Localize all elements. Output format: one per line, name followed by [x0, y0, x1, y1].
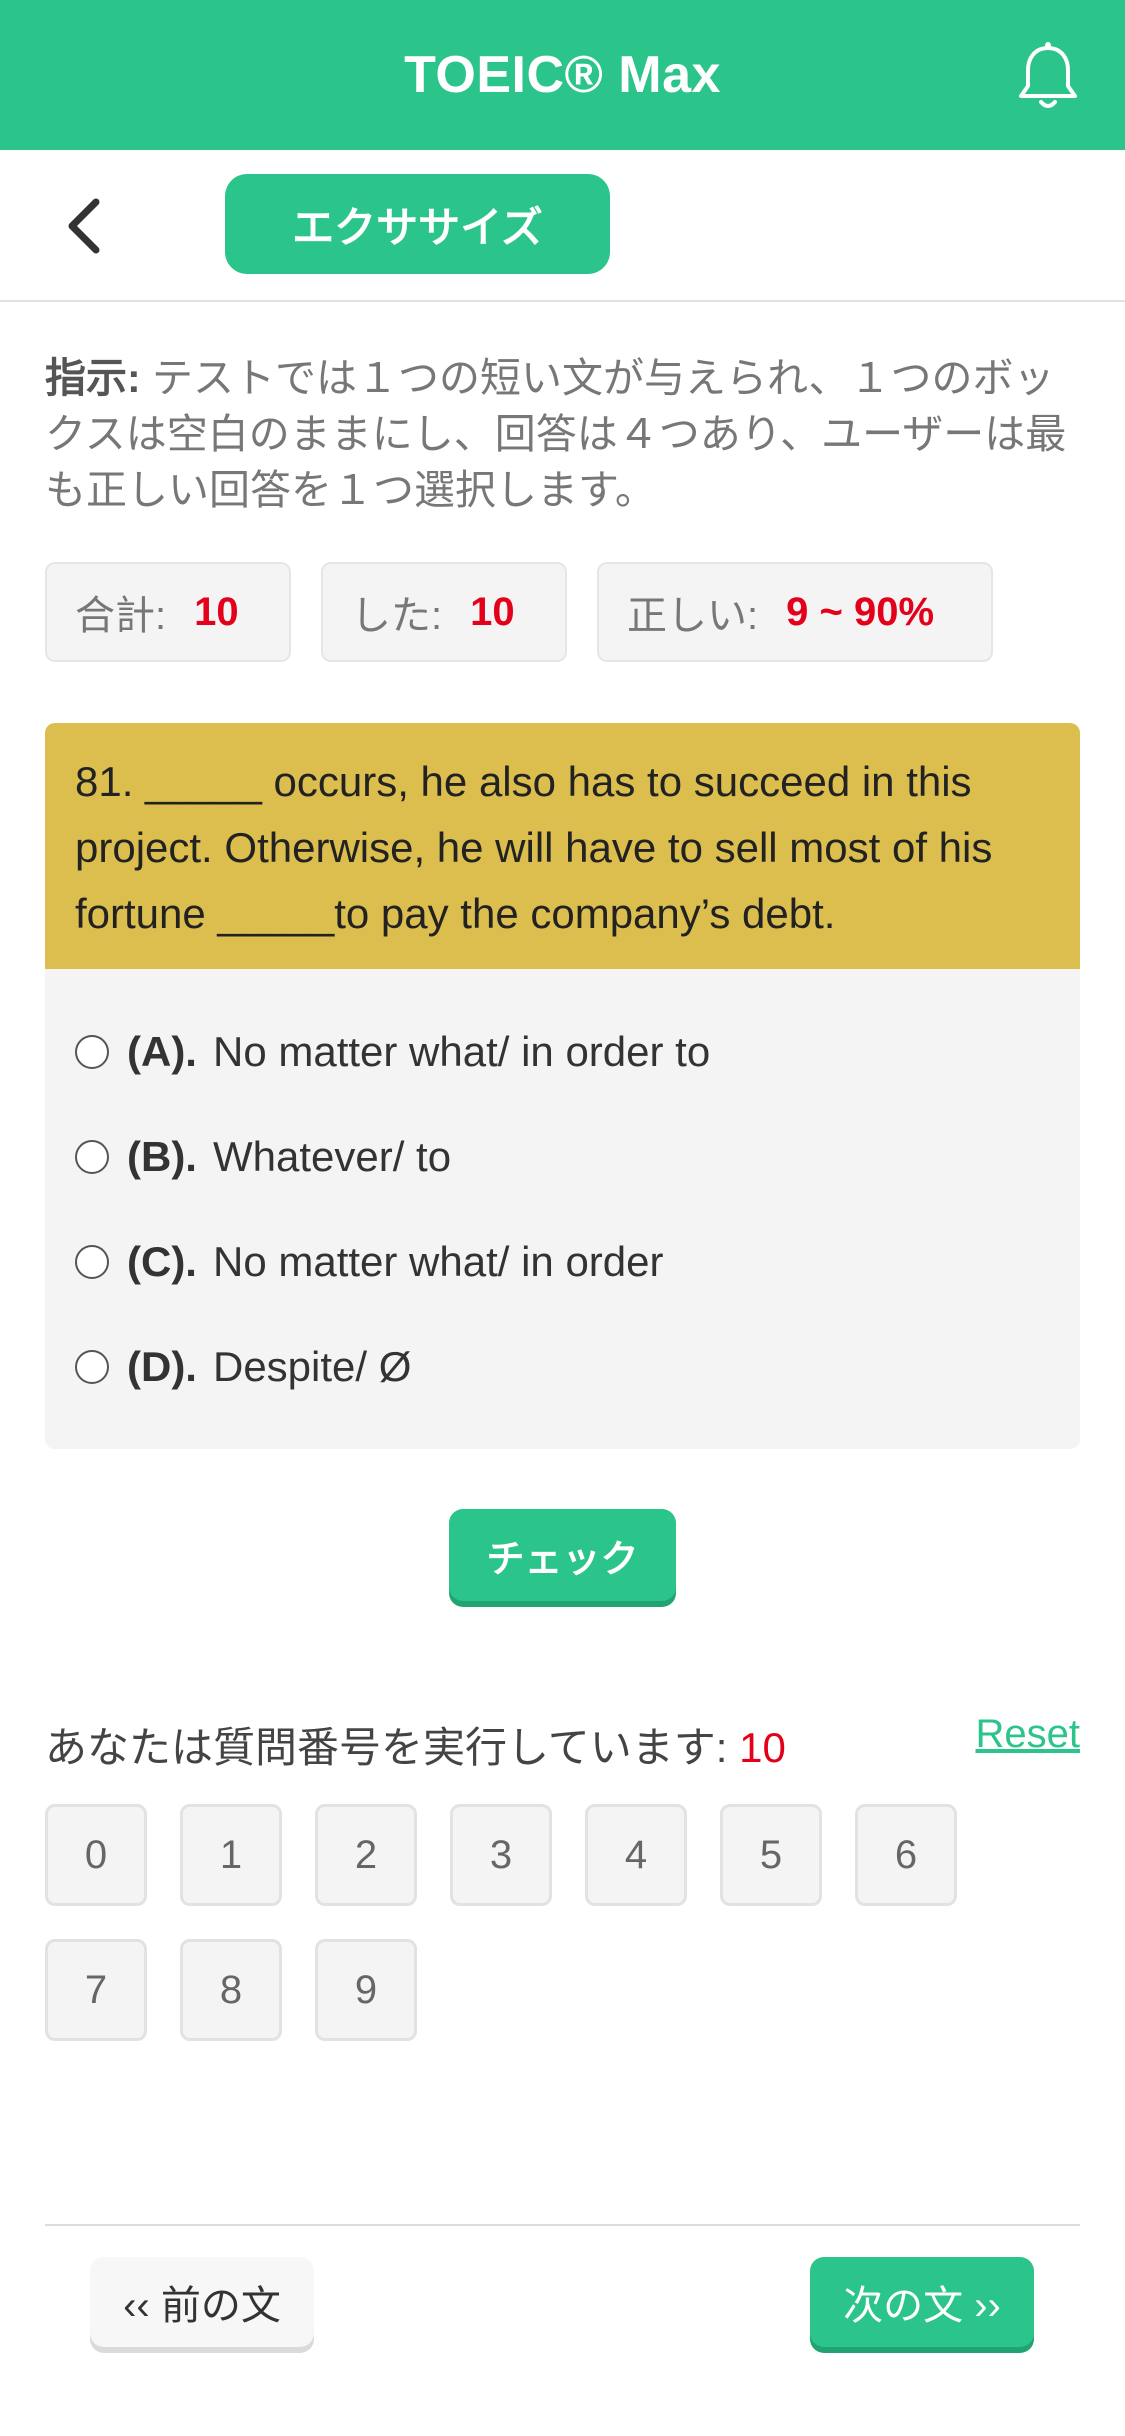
bell-icon[interactable] — [1013, 40, 1083, 114]
option-text: Whatever/ to — [212, 1133, 452, 1180]
question-number-button[interactable]: 3 — [450, 1804, 552, 1906]
radio-button[interactable] — [75, 1350, 109, 1384]
stat-total-value: 10 — [194, 589, 239, 634]
current-question-text: あなたは質問番号を実行しています: — [45, 1724, 728, 1771]
instructions-text: テストでは１つの短い文が与えられ、１つのボックスは空白のままにし、回答は４つあり… — [45, 355, 1067, 513]
previous-button[interactable]: ‹‹ 前の文 — [90, 2257, 314, 2347]
exercise-button[interactable]: エクササイズ — [225, 174, 610, 274]
stat-correct-label: 正しい: — [627, 594, 759, 638]
option-letter: (C). — [127, 1238, 197, 1285]
radio-button[interactable] — [75, 1035, 109, 1069]
option-d[interactable]: (D). Despite/ Ø — [75, 1337, 411, 1397]
question-number-button[interactable]: 6 — [855, 1804, 957, 1906]
question-number-button[interactable]: 7 — [45, 1939, 147, 2041]
question-number-button[interactable]: 4 — [585, 1804, 687, 1906]
option-letter: (D). — [127, 1343, 197, 1390]
reset-link[interactable]: Reset — [976, 1712, 1081, 1757]
option-b[interactable]: (B). Whatever/ to — [75, 1127, 451, 1187]
stat-total: 合計: 10 — [45, 562, 291, 662]
answer-options: (A). No matter what/ in order to (B). Wh… — [45, 969, 1080, 1449]
radio-button[interactable] — [75, 1245, 109, 1279]
app-title: TOEIC® Max — [404, 46, 721, 104]
option-text: No matter what/ in order — [212, 1238, 664, 1285]
question-number-button[interactable]: 9 — [315, 1939, 417, 2041]
stat-correct: 正しい: 9 ~ 90% — [597, 562, 993, 662]
stat-done-label: した: — [351, 594, 443, 638]
sub-header: エクササイズ — [0, 150, 1125, 302]
question-number-button[interactable]: 1 — [180, 1804, 282, 1906]
question-number-button[interactable]: 0 — [45, 1804, 147, 1906]
instructions: 指示: テストでは１つの短い文が与えられ、１つのボックスは空白のままにし、回答は… — [45, 350, 1075, 518]
stat-done-value: 10 — [470, 589, 515, 634]
back-chevron-icon[interactable] — [60, 196, 110, 256]
radio-button[interactable] — [75, 1140, 109, 1174]
option-text: Despite/ Ø — [212, 1343, 412, 1390]
question-number-button[interactable]: 8 — [180, 1939, 282, 2041]
option-c[interactable]: (C). No matter what/ in order — [75, 1232, 664, 1292]
divider — [45, 2224, 1080, 2226]
option-a[interactable]: (A). No matter what/ in order to — [75, 1022, 710, 1082]
current-question-number: 10 — [739, 1724, 786, 1771]
option-letter: (B). — [127, 1133, 197, 1180]
stat-correct-value: 9 ~ 90% — [786, 589, 935, 634]
instructions-label: 指示: — [45, 355, 141, 401]
question-number-button[interactable]: 5 — [720, 1804, 822, 1906]
stat-total-label: 合計: — [75, 594, 167, 638]
option-text: No matter what/ in order to — [212, 1028, 711, 1075]
next-button[interactable]: 次の文 ›› — [810, 2257, 1034, 2347]
question-text: 81. _____ occurs, he also has to succeed… — [45, 723, 1080, 969]
check-button[interactable]: チェック — [449, 1509, 676, 1601]
stat-done: した: 10 — [321, 562, 567, 662]
question-number-button[interactable]: 2 — [315, 1804, 417, 1906]
current-question-label: あなたは質問番号を実行しています: 10 — [45, 1714, 786, 1775]
option-letter: (A). — [127, 1028, 197, 1075]
app-bar: TOEIC® Max — [0, 0, 1125, 150]
